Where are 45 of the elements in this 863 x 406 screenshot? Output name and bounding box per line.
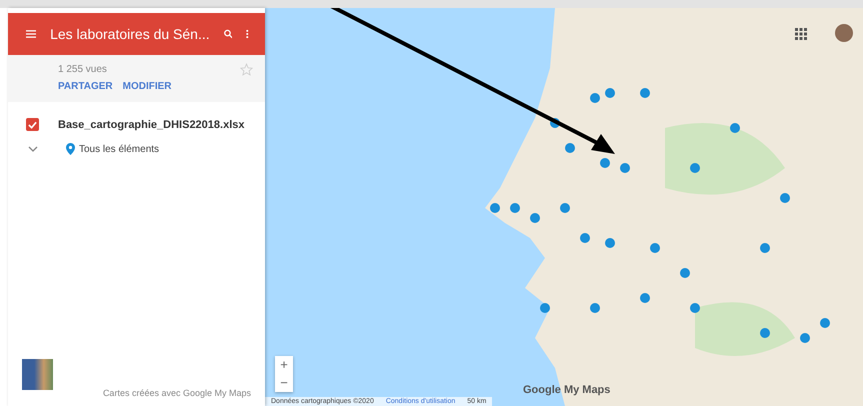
map-marker-icon[interactable]	[780, 193, 790, 203]
view-count: 1 255 vues	[58, 64, 107, 75]
map-marker-icon[interactable]	[510, 203, 520, 213]
map-marker-icon[interactable]	[680, 268, 690, 278]
action-link[interactable]: MODIFIER	[122, 81, 172, 92]
apps-grid-icon[interactable]	[795, 28, 807, 40]
map-marker-icon[interactable]	[730, 123, 740, 133]
map-marker-icon[interactable]	[490, 203, 500, 213]
map-pin-icon	[66, 143, 75, 155]
zoom-in-button[interactable]: +	[275, 356, 293, 374]
map-marker-icon[interactable]	[580, 233, 590, 243]
map-marker-icon[interactable]	[620, 163, 630, 173]
chevron-icon[interactable]	[28, 146, 38, 152]
map-marker-icon[interactable]	[590, 303, 600, 313]
map-marker-icon[interactable]	[690, 163, 700, 173]
map-marker-icon[interactable]	[820, 318, 830, 328]
map-marker-icon[interactable]	[590, 93, 600, 103]
search-icon[interactable]	[224, 27, 232, 41]
map-marker-icon[interactable]	[640, 293, 650, 303]
map-marker-icon[interactable]	[760, 328, 770, 338]
layer-item[interactable]: Tous les éléments	[79, 144, 160, 154]
action-link[interactable]: PARTAGER	[58, 81, 113, 92]
map-marker-icon[interactable]	[550, 118, 560, 128]
map-marker-icon[interactable]	[540, 303, 550, 313]
map-marker-icon[interactable]	[760, 243, 770, 253]
map-title: Les laboratoires du Sén...	[50, 26, 210, 42]
layer-name: Base_cartographie_DHIS22018.xlsx	[58, 118, 244, 130]
map-thumbnail	[22, 359, 53, 390]
map-marker-icon[interactable]	[640, 88, 650, 98]
map-marker-icon[interactable]	[565, 143, 575, 153]
map-marker-icon[interactable]	[600, 158, 610, 168]
map-logo: Google My Maps	[523, 384, 610, 396]
more-options-icon[interactable]	[246, 27, 249, 41]
map-marker-icon[interactable]	[560, 203, 570, 213]
menu-icon[interactable]	[26, 28, 36, 40]
map-marker-icon[interactable]	[530, 213, 540, 223]
star-icon[interactable]	[240, 63, 253, 76]
map-marker-icon[interactable]	[605, 88, 615, 98]
map-marker-icon[interactable]	[650, 243, 660, 253]
map-marker-icon[interactable]	[690, 303, 700, 313]
footer-text: Cartes créées avec Google My Maps	[102, 388, 251, 398]
map-marker-icon[interactable]	[605, 238, 615, 248]
map-marker-icon[interactable]	[800, 333, 810, 343]
layer-checkbox[interactable]	[26, 118, 39, 131]
zoom-out-button[interactable]: −	[275, 374, 293, 392]
